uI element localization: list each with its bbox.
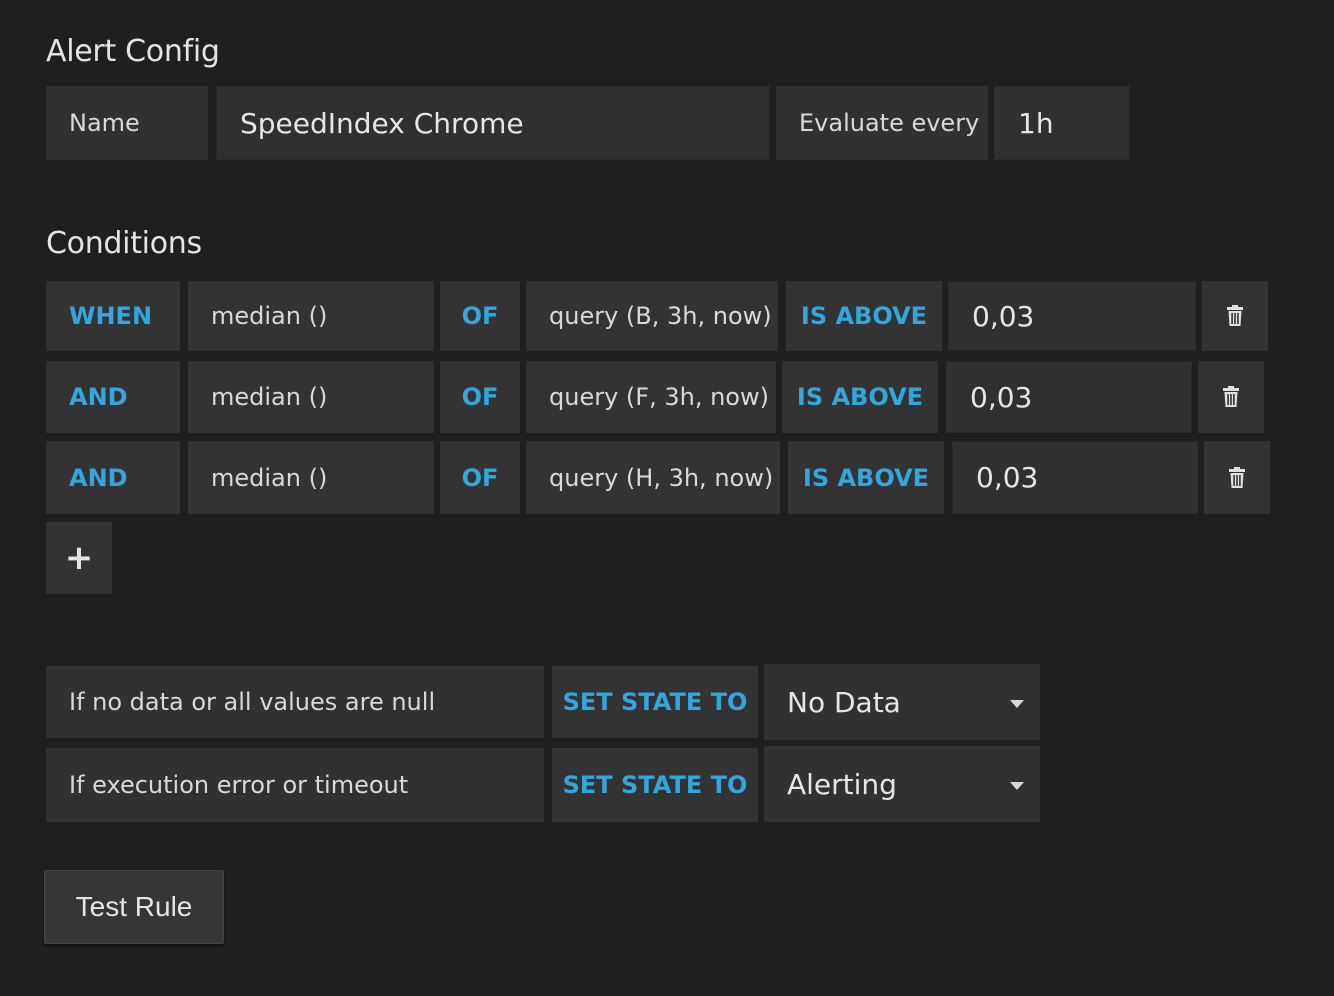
caret-down-icon (1010, 782, 1024, 790)
condition-operator[interactable]: AND (46, 361, 180, 433)
delete-condition-button[interactable] (1198, 361, 1264, 433)
condition-reducer[interactable]: median () (188, 281, 434, 351)
evaluate-every-input[interactable]: 1h (994, 86, 1130, 160)
condition-query[interactable]: query (F, 3h, now) (526, 361, 776, 433)
conditions-title: Conditions (46, 226, 202, 261)
no-data-state-select[interactable]: No Data (764, 664, 1040, 740)
condition-threshold-input[interactable]: 0,03 (946, 361, 1192, 433)
no-data-condition-label: If no data or all values are null (46, 666, 544, 738)
condition-threshold-input[interactable]: 0,03 (952, 441, 1198, 514)
evaluate-every-label: Evaluate every (776, 86, 988, 160)
delete-condition-button[interactable] (1202, 281, 1268, 351)
condition-operator[interactable]: WHEN (46, 281, 180, 351)
condition-query[interactable]: query (B, 3h, now) (526, 281, 778, 351)
condition-query[interactable]: query (H, 3h, now) (526, 441, 780, 514)
caret-down-icon (1010, 700, 1024, 708)
set-state-to-label: SET STATE TO (552, 666, 758, 738)
condition-reducer[interactable]: median () (188, 361, 434, 433)
condition-threshold-input[interactable]: 0,03 (948, 281, 1196, 351)
test-rule-button[interactable]: Test Rule (44, 870, 224, 944)
trash-icon (1223, 386, 1239, 407)
delete-condition-button[interactable] (1204, 441, 1270, 514)
condition-reducer[interactable]: median () (188, 441, 434, 514)
no-data-state-value: No Data (787, 685, 901, 719)
condition-evaluator[interactable]: IS ABOVE (788, 441, 944, 514)
condition-of-keyword: OF (440, 361, 520, 433)
condition-evaluator[interactable]: IS ABOVE (782, 361, 938, 433)
execution-error-condition-label: If execution error or timeout (46, 748, 544, 822)
add-condition-button[interactable]: + (46, 522, 112, 594)
name-label: Name (46, 86, 208, 160)
condition-operator[interactable]: AND (46, 441, 180, 514)
alert-config-title: Alert Config (46, 34, 220, 69)
condition-of-keyword: OF (440, 281, 520, 351)
trash-icon (1229, 466, 1245, 488)
execution-error-state-value: Alerting (787, 767, 897, 801)
set-state-to-label: SET STATE TO (552, 748, 758, 822)
execution-error-state-select[interactable]: Alerting (764, 746, 1040, 822)
condition-of-keyword: OF (440, 441, 520, 514)
trash-icon (1227, 305, 1243, 326)
name-input[interactable]: SpeedIndex Chrome (216, 86, 770, 160)
condition-evaluator[interactable]: IS ABOVE (786, 281, 942, 351)
